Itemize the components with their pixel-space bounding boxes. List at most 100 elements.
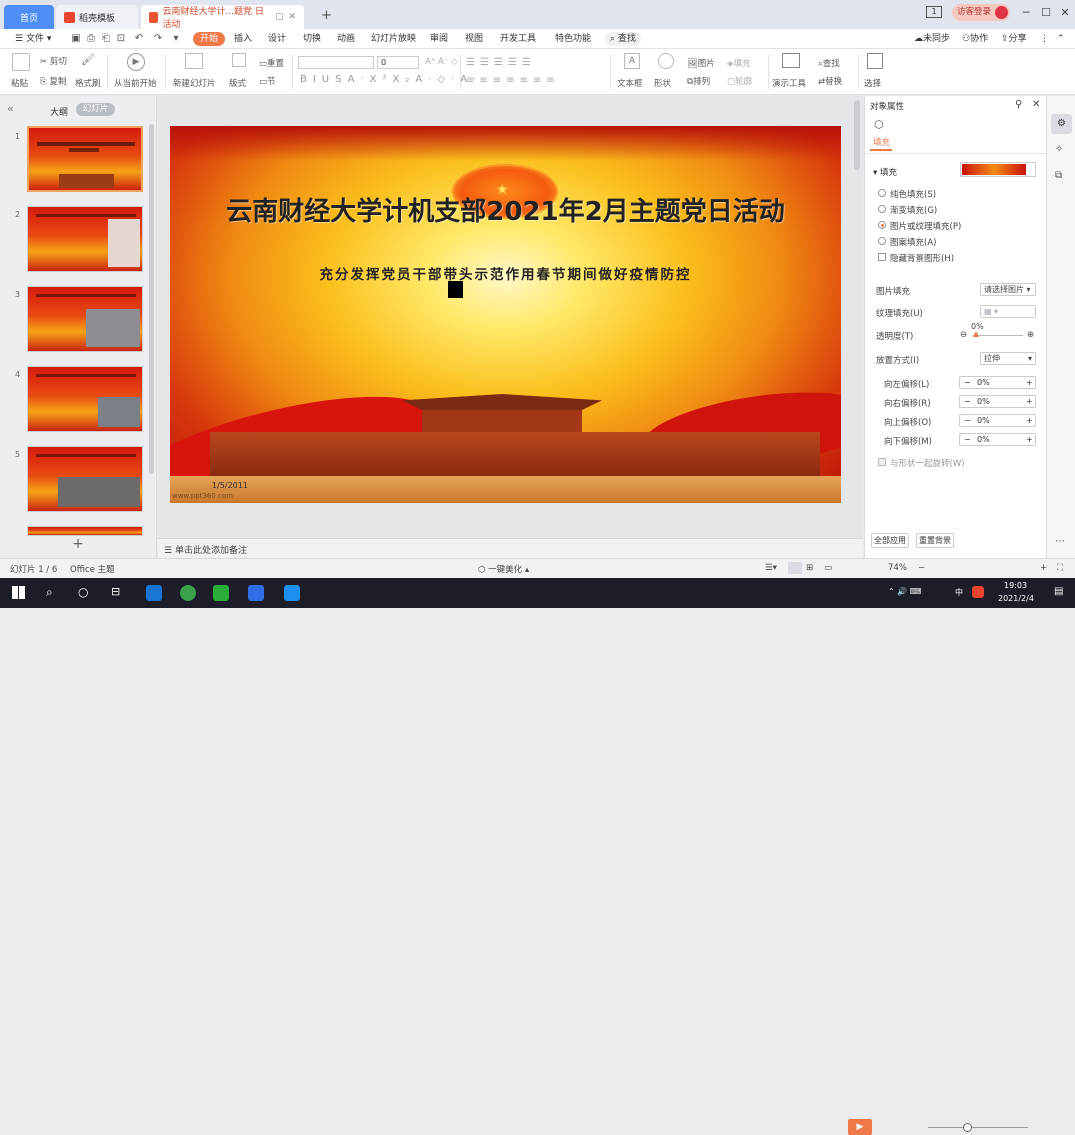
text-box-icon[interactable]: A xyxy=(624,53,640,69)
slide-title[interactable]: 云南财经大学计机支部2021年2月主题党日活动 xyxy=(170,196,841,229)
collapse-ribbon-icon[interactable]: ⌃ xyxy=(1057,32,1065,46)
reset-button[interactable]: ▭重置 xyxy=(259,57,284,69)
login-button[interactable]: 访客登录 xyxy=(952,4,1010,21)
zoom-slider[interactable] xyxy=(928,1127,1028,1128)
play-icon[interactable]: ▶ xyxy=(127,53,145,71)
redo-icon[interactable]: ↷ xyxy=(152,33,164,45)
windows-start-icon[interactable] xyxy=(12,586,25,599)
font-style-buttons[interactable]: BIUSA·X²X₂A·◇·A· xyxy=(300,74,482,85)
slide-canvas[interactable]: ★ 云南财经大学计机支部2021年2月主题党日活动 充分发挥党员干部带头示范作用… xyxy=(170,126,841,503)
presenter-tools-icon[interactable] xyxy=(782,53,800,68)
panel-close-icon[interactable]: ✕ xyxy=(1032,99,1040,110)
select-button[interactable]: 选择 xyxy=(864,77,881,89)
tab-templates[interactable]: 稻壳模板 xyxy=(56,5,138,29)
shape-icon[interactable] xyxy=(658,53,674,69)
fit-window-icon[interactable]: ⛶ xyxy=(1057,563,1063,573)
minimize-button[interactable]: ─ xyxy=(1018,6,1034,20)
menu-search[interactable]: ⌕ 查找 xyxy=(605,32,641,46)
search-taskbar-icon[interactable]: ⌕ xyxy=(46,585,53,600)
more-tools-icon[interactable]: ⋯ xyxy=(1055,536,1065,547)
slide-subtitle[interactable]: 充分发挥党员干部带头示范作用春节期间做好疫情防控 xyxy=(170,263,841,283)
layout-icon[interactable] xyxy=(232,53,246,67)
slide-thumbnail-3[interactable] xyxy=(27,286,143,352)
task-view-icon[interactable]: ⊟ xyxy=(111,585,120,598)
reading-view-icon[interactable]: ▭ xyxy=(824,563,832,573)
menu-features[interactable]: 特色功能 xyxy=(555,32,591,46)
zoom-level[interactable]: 74% xyxy=(888,563,907,573)
wps-writer-icon[interactable] xyxy=(248,585,264,601)
fill-bucket-icon[interactable]: ⬡ xyxy=(874,118,884,131)
pin-icon[interactable]: ⚲ xyxy=(1015,99,1022,110)
format-painter-button[interactable]: 格式刷 xyxy=(75,77,101,89)
collapse-panel-icon[interactable]: « xyxy=(7,102,14,115)
menu-view[interactable]: 视图 xyxy=(465,32,483,46)
hide-bg-checkbox[interactable] xyxy=(878,253,886,261)
align-menu-icon[interactable]: ☰▾ xyxy=(765,563,777,573)
normal-view-icon[interactable] xyxy=(788,562,802,574)
menu-review[interactable]: 审阅 xyxy=(430,32,448,46)
paste-icon[interactable] xyxy=(12,53,30,71)
more-icon[interactable]: ▾ xyxy=(170,33,182,45)
share-button[interactable]: ⇪分享 xyxy=(1001,32,1027,46)
editor-scrollbar[interactable] xyxy=(854,100,860,170)
paragraph-align-buttons[interactable]: ≡≡≡≡≡≡≡ xyxy=(466,75,560,86)
menu-insert[interactable]: 插入 xyxy=(234,32,252,46)
slide-thumbnail-5[interactable] xyxy=(27,446,143,512)
fill-button[interactable]: ◈填充 xyxy=(727,57,751,69)
tab-count-badge[interactable]: 1 xyxy=(926,6,942,18)
slides-tab[interactable]: 幻灯片 xyxy=(76,103,115,116)
save-icon[interactable]: ▣ xyxy=(70,33,82,45)
ime-indicator[interactable]: 中 xyxy=(955,587,963,598)
sync-status[interactable]: ☁未同步 xyxy=(914,32,950,46)
system-tray-icons[interactable]: ⌃ 🔊 ⌨ xyxy=(888,587,921,596)
font-grow-icons[interactable]: A⁺ A⁻ ◇ xyxy=(425,57,458,67)
cortana-icon[interactable]: ○ xyxy=(78,585,88,599)
tab-pin-icon[interactable]: ▢ xyxy=(275,12,284,22)
picture-fill-radio[interactable] xyxy=(878,221,886,229)
add-slide-button[interactable]: + xyxy=(0,536,156,556)
pattern-fill-radio[interactable] xyxy=(878,237,886,245)
new-slide-icon[interactable] xyxy=(185,53,203,69)
text-box-button[interactable]: 文本框 xyxy=(617,77,643,89)
font-size-select[interactable]: 0 xyxy=(377,56,419,69)
tab-document[interactable]: 云南财经大学计...题党 日活动 ▢ ✕ xyxy=(141,5,304,30)
outline-tab[interactable]: 大纲 xyxy=(50,105,68,118)
menu-transition[interactable]: 切换 xyxy=(303,32,321,46)
new-tab-button[interactable]: + xyxy=(321,8,332,23)
thumbnail-scrollbar[interactable] xyxy=(149,124,154,474)
copy-button[interactable]: ⎘ 复制 xyxy=(40,75,67,87)
menu-developer[interactable]: 开发工具 xyxy=(500,32,536,46)
collab-button[interactable]: ⚇协作 xyxy=(962,32,988,46)
reset-background-button[interactable]: 重置背景 xyxy=(916,533,954,548)
texture-fill-dropdown[interactable]: ▦ ▾ xyxy=(980,305,1036,318)
slideshow-play-button[interactable]: ▶ xyxy=(848,1119,872,1135)
font-name-select[interactable] xyxy=(298,56,374,69)
arrange-button[interactable]: ⧉排列 xyxy=(687,75,710,87)
wechat-icon[interactable] xyxy=(213,585,229,601)
picture-fill-dropdown[interactable]: 请选择图片 ▾ xyxy=(980,283,1036,296)
tab-close-icon[interactable]: ✕ xyxy=(288,12,296,22)
replace-button[interactable]: ⇄替换 xyxy=(818,75,842,87)
copy-format-icon[interactable]: ⧉ xyxy=(1055,170,1062,181)
animation-pane-icon[interactable]: ✧ xyxy=(1055,144,1063,155)
layout-button[interactable]: 版式 xyxy=(229,77,246,89)
cloud-app-icon[interactable] xyxy=(284,585,300,601)
file-menu[interactable]: ☰ 文件 ▾ xyxy=(15,32,51,46)
transparency-slider-thumb[interactable] xyxy=(973,331,979,337)
offset-left-stepper[interactable]: −0% + xyxy=(959,376,1036,389)
menu-animation[interactable]: 动画 xyxy=(337,32,355,46)
solid-fill-radio[interactable] xyxy=(878,189,886,197)
gradient-fill-radio[interactable] xyxy=(878,205,886,213)
select-icon[interactable] xyxy=(867,53,883,69)
transparency-slider[interactable] xyxy=(973,335,1023,336)
cut-button[interactable]: ✂ 剪切 xyxy=(40,55,67,67)
preview-icon[interactable]: ⊡ xyxy=(115,33,127,45)
browser-icon[interactable] xyxy=(180,585,196,601)
menu-start[interactable]: 开始 xyxy=(193,32,226,46)
more-menu-icon[interactable]: ⋮ xyxy=(1040,32,1049,46)
edge-icon[interactable] xyxy=(146,585,162,601)
offset-top-stepper[interactable]: −0% + xyxy=(959,414,1036,427)
play-from-current-button[interactable]: 从当前开始 xyxy=(114,77,157,89)
menu-slideshow[interactable]: 幻灯片放映 xyxy=(371,32,416,46)
slide-thumbnail-4[interactable] xyxy=(27,366,143,432)
